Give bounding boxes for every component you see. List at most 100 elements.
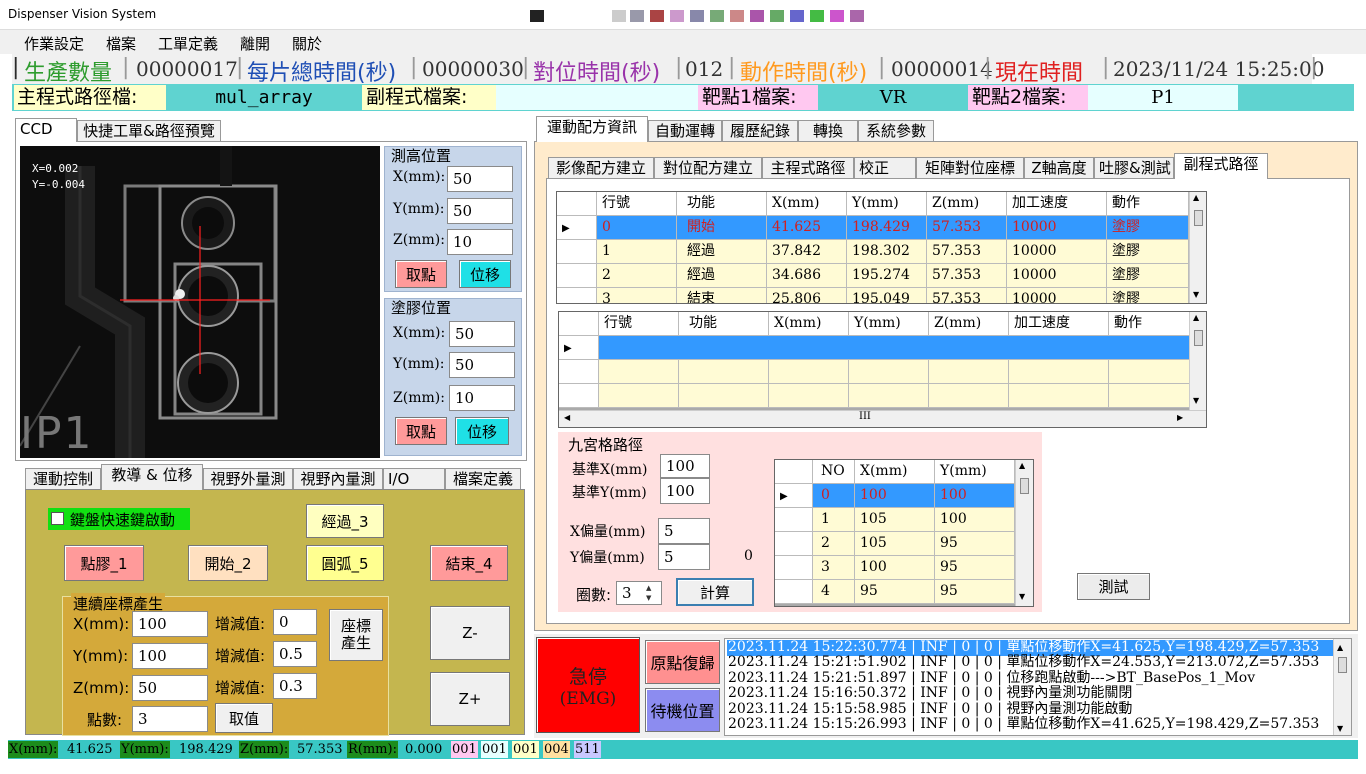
tab-inner-measure[interactable]: 視野內量測 xyxy=(293,468,383,490)
glue-get-point-button[interactable]: 取點 xyxy=(395,417,447,445)
base-y-input[interactable] xyxy=(660,478,710,504)
base-x-input[interactable] xyxy=(660,454,710,478)
log-scrollbar[interactable]: ▲ ▼ xyxy=(1333,639,1351,735)
tab-auto-run[interactable]: 自動運轉 xyxy=(648,120,722,142)
spinner-arrows-icon[interactable]: ▲ ▼ xyxy=(646,583,651,603)
list-item[interactable]: 2023.11.24 15:15:26.993 | INF | 0 | 0 | … xyxy=(727,716,1333,733)
calculate-button[interactable]: 計算 xyxy=(676,578,754,606)
coord-generate-button[interactable]: 座標產生 xyxy=(329,609,383,661)
ccd-y-readout: Y=-0.004 xyxy=(32,178,85,191)
gen-y-input[interactable] xyxy=(132,643,208,669)
scroll-up-icon[interactable]: ▲ xyxy=(1019,461,1025,470)
inc-y-input[interactable] xyxy=(273,641,317,667)
dispense-button[interactable]: 點膠_1 xyxy=(64,545,144,581)
tab-motion-control[interactable]: 運動控制 xyxy=(25,468,101,490)
tab-outer-measure[interactable]: 視野外量測 xyxy=(203,468,293,490)
scroll-up-icon[interactable]: ▲ xyxy=(1337,640,1343,656)
get-value-button[interactable]: 取值 xyxy=(215,703,273,733)
tab-system-params[interactable]: 系統參數 xyxy=(858,120,934,142)
toolbar-swatch xyxy=(650,10,664,22)
scroll-thumb[interactable] xyxy=(1194,210,1203,226)
cell: 41.625 xyxy=(767,216,847,240)
height-y-input[interactable] xyxy=(447,198,513,224)
camera-view[interactable]: X=0.002 Y=-0.004 IP1 xyxy=(20,146,380,458)
z-minus-button[interactable]: Z- xyxy=(430,606,510,660)
toolbar-swatch xyxy=(710,10,724,22)
list-item[interactable]: 2023.11.24 15:16:50.372 | INF | 0 | 0 | … xyxy=(727,685,1333,702)
pass-button[interactable]: 經過_3 xyxy=(306,504,384,538)
scroll-thumb[interactable] xyxy=(1194,330,1203,346)
scroll-down-icon[interactable]: ▼ xyxy=(1019,592,1025,601)
glue-move-button[interactable]: 位移 xyxy=(455,417,509,445)
scroll-up-icon[interactable]: ▲ xyxy=(1193,313,1199,322)
tab-history[interactable]: 履歷紀錄 xyxy=(722,120,798,142)
pos-y-value: 198.429 xyxy=(179,742,233,757)
offset-y-input[interactable] xyxy=(658,544,710,570)
grid2-hscrollbar[interactable]: ◀ III ▶ xyxy=(559,410,1206,427)
sub-path-grid[interactable]: 行號 功能 X(mm) Y(mm) Z(mm) 加工速度 動作 ▶ 0 開始 4… xyxy=(556,191,1207,304)
scroll-left-icon[interactable]: ◀ xyxy=(564,413,570,422)
menu-settings[interactable]: 作業設定 xyxy=(24,33,84,54)
end-button[interactable]: 結束_4 xyxy=(430,545,508,581)
tab-recipe-info[interactable]: 運動配方資訊 xyxy=(536,116,648,142)
nine-grid-scrollbar[interactable]: ▲ ▼ xyxy=(1015,460,1033,606)
tab-calibrate[interactable]: 校正 xyxy=(854,157,916,179)
scroll-right-icon[interactable]: ▶ xyxy=(1177,413,1183,422)
scroll-thumb[interactable] xyxy=(1338,657,1347,673)
menu-file[interactable]: 檔案 xyxy=(106,33,136,54)
scroll-thumb[interactable] xyxy=(1020,478,1029,494)
tab-dispense-test[interactable]: 吐膠&測試 xyxy=(1094,157,1174,179)
menu-about[interactable]: 關於 xyxy=(292,33,322,54)
glue-x-label: X(mm): xyxy=(393,325,446,341)
test-button[interactable]: 測試 xyxy=(1077,573,1150,600)
tab-file-def[interactable]: 檔案定義 xyxy=(445,468,521,490)
offset-x-input[interactable] xyxy=(658,518,710,544)
laps-spinner[interactable] xyxy=(616,581,662,605)
point-count-input[interactable] xyxy=(132,706,208,732)
grid2-vscrollbar[interactable]: ▲ ▼ xyxy=(1189,312,1206,410)
keyboard-hotkey-checkbox[interactable] xyxy=(51,512,64,525)
menu-workorder[interactable]: 工單定義 xyxy=(158,33,218,54)
glue-x-input[interactable] xyxy=(449,321,515,347)
tab-ccd[interactable]: CCD xyxy=(15,118,77,142)
tab-io[interactable]: I/O xyxy=(383,468,445,490)
sub-path-grid-2[interactable]: 行號 功能 X(mm) Y(mm) Z(mm) 加工速度 動作 ▶ ▲ ▼ ◀ … xyxy=(558,311,1207,428)
inc-x-input[interactable] xyxy=(273,609,317,635)
gen-x-input[interactable] xyxy=(132,611,208,637)
scroll-up-icon[interactable]: ▲ xyxy=(1193,193,1199,202)
height-z-input[interactable] xyxy=(447,229,513,255)
nine-grid-table[interactable]: NO X(mm) Y(mm) ▶ 0 100 100 1 105 100 2 1… xyxy=(774,459,1034,607)
tab-z-height[interactable]: Z軸高度 xyxy=(1024,157,1094,179)
start-button[interactable]: 開始_2 xyxy=(188,545,268,581)
height-get-point-button[interactable]: 取點 xyxy=(395,260,447,288)
tab-sub-path[interactable]: 副程式路徑 xyxy=(1174,153,1268,179)
scroll-down-icon[interactable]: ▼ xyxy=(1337,721,1343,735)
scroll-down-icon[interactable]: ▼ xyxy=(1193,396,1199,405)
z-plus-button[interactable]: Z+ xyxy=(430,672,510,726)
inc-z-input[interactable] xyxy=(273,673,317,699)
list-item[interactable]: 2023.11.24 15:21:51.902 | INF | 0 | 0 | … xyxy=(727,654,1333,671)
keyboard-hotkey-toggle[interactable]: 鍵盤快速鍵啟動 xyxy=(48,508,190,530)
tab-matrix-align[interactable]: 矩陣對位座標 xyxy=(916,157,1024,179)
tab-align-recipe[interactable]: 對位配方建立 xyxy=(654,157,762,179)
height-x-input[interactable] xyxy=(447,166,513,192)
log-list[interactable]: 2023.11.24 15:22:30.774 | INF | 0 | 0 | … xyxy=(724,638,1352,736)
arc-button[interactable]: 圓弧_5 xyxy=(306,545,384,581)
grid-scrollbar[interactable]: ▲ ▼ xyxy=(1189,192,1206,303)
scroll-grip[interactable]: III xyxy=(859,411,871,422)
scroll-down-icon[interactable]: ▼ xyxy=(1193,290,1199,299)
height-move-button[interactable]: 位移 xyxy=(459,260,511,288)
standby-position-button[interactable]: 待機位置 xyxy=(645,688,720,732)
home-return-button[interactable]: 原點復歸 xyxy=(645,640,720,684)
glue-y-input[interactable] xyxy=(449,352,515,378)
menu-exit[interactable]: 離開 xyxy=(240,33,270,54)
glue-z-input[interactable] xyxy=(449,385,515,411)
tab-convert[interactable]: 轉換 xyxy=(798,120,858,142)
tab-image-recipe[interactable]: 影像配方建立 xyxy=(548,157,654,179)
gen-z-input[interactable] xyxy=(132,675,208,701)
target2-label: 靶點2檔案: xyxy=(968,85,1088,110)
emergency-stop-button[interactable]: 急停 (EMG) xyxy=(536,637,640,733)
tab-quick-workorder[interactable]: 快捷工單&路徑預覽 xyxy=(77,120,221,142)
tab-main-path[interactable]: 主程式路徑 xyxy=(762,157,854,179)
tab-teach-move[interactable]: 教導 & 位移 xyxy=(101,464,203,490)
